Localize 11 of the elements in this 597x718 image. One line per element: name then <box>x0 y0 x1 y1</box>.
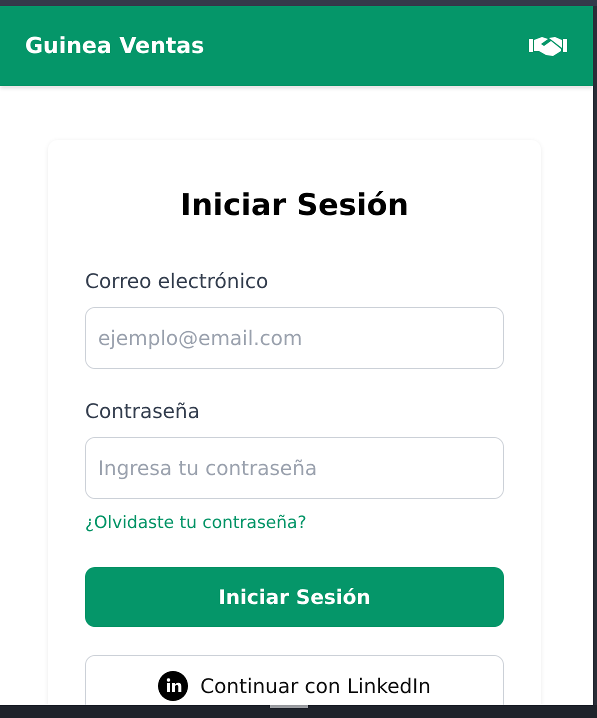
forgot-password-link[interactable]: ¿Olvidaste tu contraseña? <box>85 513 306 533</box>
linkedin-button[interactable]: Continuar con LinkedIn <box>85 655 504 705</box>
login-button[interactable]: Iniciar Sesión <box>85 567 504 627</box>
handshake-icon <box>529 35 567 57</box>
password-field[interactable]: Ingresa tu contraseña <box>85 437 504 499</box>
email-field[interactable]: ejemplo@email.com <box>85 307 504 369</box>
login-title: Iniciar Sesión <box>179 188 410 223</box>
app-title: Guinea Ventas <box>25 34 204 58</box>
field-label: Contraseña <box>85 399 201 423</box>
field-label: Correo electrónico <box>85 269 270 293</box>
linkedin-icon <box>158 671 188 701</box>
